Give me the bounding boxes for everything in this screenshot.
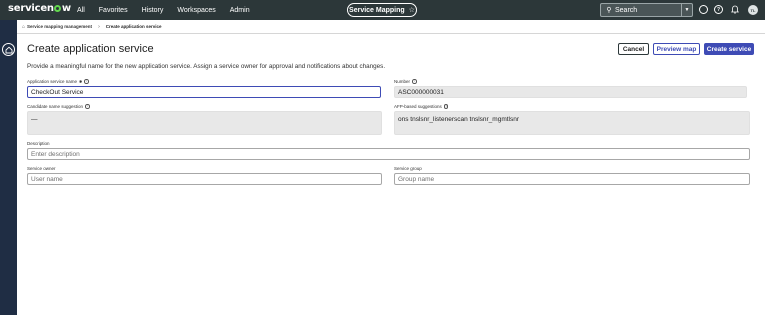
page-title: Create application service (27, 43, 154, 55)
app-service-name-input[interactable]: CheckOut Service (27, 86, 381, 98)
service-owner-label-text: Service owner (27, 166, 56, 171)
info-icon[interactable]: i (412, 79, 417, 84)
bell-icon[interactable] (730, 5, 739, 14)
app-service-name-label: Application service name ✱ i (27, 79, 89, 84)
afp-suggestions-label-text: AFP-based suggestions (394, 104, 442, 109)
required-icon: ✱ (79, 79, 83, 84)
breadcrumb-item[interactable]: Service mapping management (27, 24, 92, 29)
servicenow-logo[interactable]: servicen w (8, 3, 71, 14)
home-icon[interactable] (2, 43, 15, 56)
afp-suggestions-field: ons tnslsnr_listenerscan tnslsnr_mgmtlsn… (394, 111, 750, 135)
description-label: Description (27, 141, 50, 146)
help-icon[interactable]: ? (714, 5, 723, 14)
left-rail (0, 20, 17, 315)
service-group-label-text: Service group (394, 166, 422, 171)
description-label-text: Description (27, 141, 50, 146)
info-icon[interactable]: i (443, 104, 449, 109)
breadcrumb: ⌂ Service mapping management › Create ap… (17, 20, 765, 34)
service-owner-input[interactable]: User name (27, 173, 382, 185)
nav-all[interactable]: All (77, 7, 85, 14)
nav-history[interactable]: History (142, 7, 164, 14)
breadcrumb-current: Create application service (105, 24, 162, 29)
afp-suggestions-label: AFP-based suggestions i (394, 104, 449, 109)
app-service-name-label-text: Application service name (27, 79, 78, 84)
candidate-name-field: — (27, 111, 382, 135)
nav-menu: All Favorites History Workspaces Admin (72, 0, 264, 20)
avatar[interactable]: TL (748, 5, 758, 15)
info-icon[interactable]: i (85, 104, 90, 109)
candidate-name-label-text: Candidate name suggestion (27, 104, 84, 109)
create-service-button[interactable]: Create service (704, 43, 754, 55)
context-pill-label: Service Mapping (349, 6, 405, 14)
preview-map-button[interactable]: Preview map (653, 43, 700, 55)
global-search[interactable]: ⚲ Search ▼ (600, 3, 693, 17)
info-icon[interactable]: i (84, 79, 89, 84)
chevron-down-icon[interactable]: ▼ (681, 4, 692, 16)
service-group-input[interactable]: Group name (394, 173, 750, 185)
cancel-button[interactable]: Cancel (618, 43, 649, 55)
context-pill[interactable]: Service Mapping ☆ (347, 3, 417, 17)
service-owner-label: Service owner (27, 166, 56, 171)
search-icon: ⚲ (606, 7, 612, 14)
nav-workspaces[interactable]: Workspaces (177, 7, 215, 14)
page-subtitle: Provide a meaningful name for the new ap… (27, 63, 386, 70)
star-icon[interactable]: ☆ (409, 6, 415, 14)
number-label-text: Number (394, 79, 411, 84)
chevron-right-icon: › (98, 23, 100, 30)
nav-favorites[interactable]: Favorites (99, 7, 128, 14)
number-label: Number i (394, 79, 417, 84)
search-input[interactable]: Search (615, 7, 681, 14)
service-group-label: Service group (394, 166, 422, 171)
globe-icon[interactable] (699, 5, 708, 14)
home-breadcrumb-icon[interactable]: ⌂ (22, 24, 25, 30)
number-field: ASC000000031 (394, 86, 747, 98)
nav-admin[interactable]: Admin (230, 7, 250, 14)
candidate-name-label: Candidate name suggestion i (27, 104, 90, 109)
description-input[interactable]: Enter description (27, 148, 750, 160)
top-nav: servicen w All Favorites History Workspac… (0, 0, 765, 20)
